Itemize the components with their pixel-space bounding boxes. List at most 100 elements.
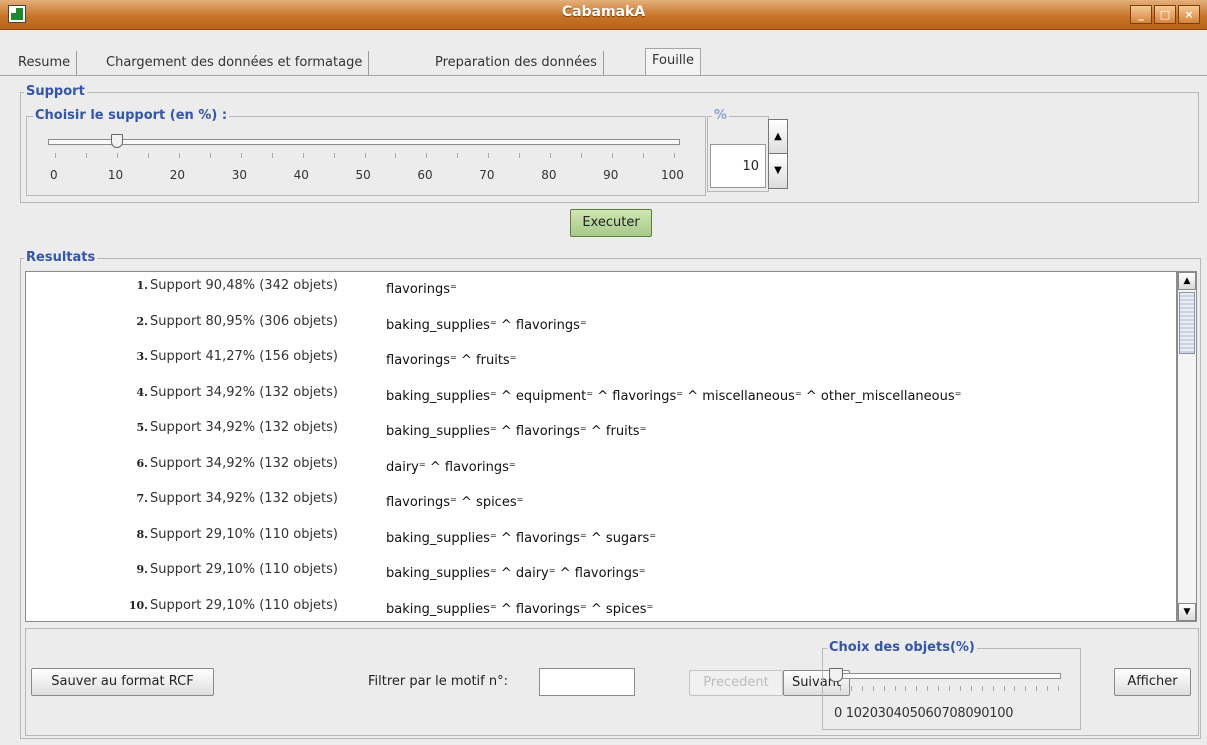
result-row[interactable]: 9. Support 29,10% (110 objets) baking_supp… [26,560,1176,581]
support-slider-tick-label: 90 [603,168,619,182]
support-slider-tick [333,153,335,158]
object-choice-tick [927,686,929,691]
result-support: Support 34,92% (132 objets) [150,420,338,435]
execute-button[interactable]: Executer [570,209,652,237]
scroll-thumb[interactable] [1179,292,1195,354]
save-rcf-button[interactable]: Sauver au format RCF [31,668,214,696]
result-support: Support 34,92% (132 objets) [150,455,338,471]
filter-label: Filtrer par le motif n°: [368,674,508,689]
support-slider-label: Choisir le support (en %) : [33,108,230,123]
result-row[interactable]: 1. Support 90,48% (342 objets) flavorings⁼ [26,276,1176,297]
support-slider-tick-label: 10 [107,168,124,182]
support-slider-tick-label: 40 [293,168,309,182]
spinner-up-arrow-icon[interactable]: ▲ [768,119,788,155]
object-choice-tick [894,686,896,691]
support-slider-tick [488,153,490,158]
object-choice-tick [850,686,852,691]
support-slider-tick [426,153,428,158]
result-support: Support 34,92% (132 objets) [150,491,338,506]
support-slider-group [26,116,706,196]
support-slider-thumb[interactable] [110,134,123,148]
support-slider-track[interactable] [48,139,680,145]
result-row[interactable]: 5. Support 34,92% (132 objets) baking_supp… [26,418,1176,439]
object-choice-slider[interactable] [835,673,1061,679]
object-choice-tick [992,686,994,691]
object-choice-tick [872,686,874,691]
previous-button[interactable]: Precedent [689,670,783,696]
support-slider-tick [457,153,459,158]
result-row[interactable]: 6. Support 34,92% (132 objets) dairy⁼ ^ fl… [26,454,1176,475]
results-list[interactable]: 1. Support 90,48% (342 objets) flavorings⁼… [25,271,1177,622]
tab-divider [0,75,1207,76]
result-support: Support 90,48% (342 objets) [150,278,338,293]
result-support: Support 29,10% (110 objets) [150,597,338,613]
object-choice-tick [970,686,972,691]
result-row[interactable]: 7. Support 34,92% (132 objets) flavorings⁼… [26,489,1176,510]
result-number: 2. [136,314,148,328]
support-slider-tick [55,153,56,158]
result-row[interactable]: 2. Support 80,95% (306 objets) baking_supp… [26,312,1176,333]
window-title: CabamakA [561,4,646,20]
result-number: 7. [136,492,148,505]
support-slider-tick-label: 100 [661,168,684,182]
support-slider-tick-label: 60 [417,168,433,182]
support-slider-tick [364,153,366,158]
object-choice-tick [1047,686,1049,691]
filter-input[interactable] [539,668,635,696]
scroll-down-arrow-icon[interactable]: ▼ [1178,603,1196,621]
spinner-down-arrow-icon[interactable]: ▼ [768,153,788,189]
result-number: 5. [136,421,148,434]
support-slider-tick-label: 20 [169,168,186,182]
percent-label: % [712,108,730,123]
support-slider-tick [302,153,304,158]
result-row[interactable]: 3. Support 41,27% (156 objets) flavorings⁼… [26,347,1176,368]
result-motif: baking_supplies⁼ ^ flavorings⁼ ^ sugars⁼ [386,530,657,546]
support-slider-tick [178,153,180,158]
support-slider-tick [643,153,645,158]
result-number: 8. [136,527,148,541]
result-motif: flavorings⁼ ^ spices⁼ [386,495,524,510]
results-scrollbar[interactable]: ▲ ▼ [1177,271,1197,622]
result-row[interactable]: 8. Support 29,10% (110 objets) baking_supp… [26,525,1176,546]
result-number: 9. [136,563,148,576]
object-choice-tick [1036,686,1038,691]
tab-chargement[interactable]: Chargement des données et formatage [100,51,370,75]
support-group-label: Support [24,84,87,99]
object-choice-tick [861,686,863,691]
support-spinner-field[interactable]: 10 [710,144,766,188]
title-bar: CabamakA _ □ × [0,0,1207,30]
object-choice-tick [981,686,983,691]
tab-preparation[interactable]: Preparation des données [429,51,604,75]
object-choice-tick [916,686,918,691]
object-choice-tick [959,686,961,691]
result-support: Support 80,95% (306 objets) [150,313,338,329]
object-choice-tick [1025,686,1027,691]
close-button[interactable]: × [1178,5,1200,24]
object-choice-label: Choix des objets(%) [827,640,977,655]
tab-resume[interactable]: Resume [12,51,78,75]
support-slider-tick [395,153,397,158]
object-choice-tick [840,686,841,691]
support-slider-tick [209,153,211,158]
support-slider-tick-label: 80 [541,168,557,182]
result-support: Support 34,92% (132 objets) [150,384,338,400]
result-support: Support 41,27% (156 objets) [150,349,338,364]
result-motif: dairy⁼ ^ flavorings⁼ [386,459,516,475]
object-choice-thumb[interactable] [829,668,843,682]
result-motif: baking_supplies⁼ ^ flavorings⁼ ^ spices⁼ [386,601,654,617]
result-support: Support 29,10% (110 objets) [150,526,338,542]
object-choice-tick-labels: 0 102030405060708090100 [834,706,1014,721]
result-row[interactable]: 10. Support 29,10% (110 objets) baking_sup… [26,596,1176,617]
result-row[interactable]: 4. Support 34,92% (132 objets) baking_supp… [26,383,1176,404]
support-slider-tick [581,153,583,158]
scroll-up-arrow-icon[interactable]: ▲ [1178,272,1196,290]
minimize-button[interactable]: _ [1130,5,1152,24]
result-motif: baking_supplies⁼ ^ flavorings⁼ ^ fruits⁼ [386,424,647,439]
maximize-button[interactable]: □ [1154,5,1176,24]
results-group-label: Resultats [24,250,98,265]
tab-fouille[interactable]: Fouille [645,48,702,75]
result-motif: baking_supplies⁼ ^ dairy⁼ ^ flavorings⁼ [386,566,646,581]
support-slider-tick [271,153,273,158]
show-button[interactable]: Afficher [1114,668,1191,696]
support-slider-tick-label: 30 [231,168,247,182]
